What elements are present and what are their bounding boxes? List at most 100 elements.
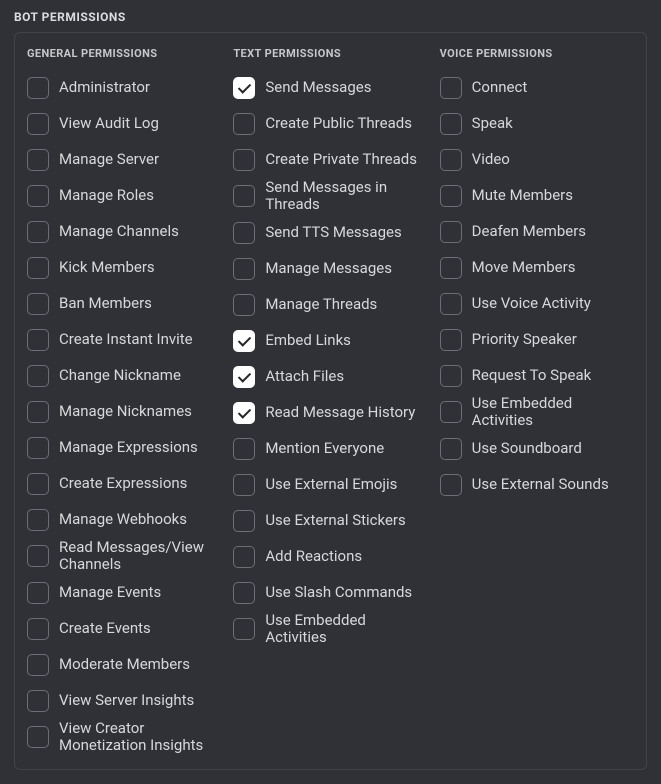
- checkbox-manage-threads[interactable]: [233, 294, 255, 316]
- permission-label-view-audit-log[interactable]: View Audit Log: [59, 115, 159, 132]
- permission-label-use-soundboard[interactable]: Use Soundboard: [472, 440, 582, 457]
- checkbox-embed-links[interactable]: [233, 330, 255, 352]
- checkbox-manage-channels[interactable]: [27, 221, 49, 243]
- checkbox-use-embedded-activities-voice[interactable]: [440, 401, 462, 423]
- permission-manage-messages[interactable]: Manage Messages: [233, 251, 427, 287]
- checkbox-send-tts-messages[interactable]: [233, 222, 255, 244]
- permission-send-tts-messages[interactable]: Send TTS Messages: [233, 215, 427, 251]
- checkbox-change-nickname[interactable]: [27, 365, 49, 387]
- permission-label-view-server-insights[interactable]: View Server Insights: [59, 692, 194, 709]
- checkbox-administrator[interactable]: [27, 77, 49, 99]
- permission-embed-links[interactable]: Embed Links: [233, 323, 427, 359]
- permission-label-send-messages-in-threads[interactable]: Send Messages in Threads: [265, 179, 427, 214]
- permission-view-audit-log[interactable]: View Audit Log: [27, 106, 221, 142]
- checkbox-use-slash-commands[interactable]: [233, 582, 255, 604]
- permission-use-voice-activity[interactable]: Use Voice Activity: [440, 286, 634, 322]
- checkbox-add-reactions[interactable]: [233, 546, 255, 568]
- checkbox-manage-nicknames[interactable]: [27, 401, 49, 423]
- checkbox-speak[interactable]: [440, 113, 462, 135]
- permission-administrator[interactable]: Administrator: [27, 70, 221, 106]
- permission-label-priority-speaker[interactable]: Priority Speaker: [472, 331, 577, 348]
- checkbox-video[interactable]: [440, 149, 462, 171]
- permission-label-speak[interactable]: Speak: [472, 115, 513, 132]
- permission-label-read-message-history[interactable]: Read Message History: [265, 404, 415, 421]
- permission-label-manage-channels[interactable]: Manage Channels: [59, 223, 179, 240]
- permission-label-request-to-speak[interactable]: Request To Speak: [472, 367, 592, 384]
- permission-label-embed-links[interactable]: Embed Links: [265, 332, 351, 349]
- permission-send-messages-in-threads[interactable]: Send Messages in Threads: [233, 178, 427, 215]
- permission-priority-speaker[interactable]: Priority Speaker: [440, 322, 634, 358]
- permission-label-deafen-members[interactable]: Deafen Members: [472, 223, 586, 240]
- permission-label-use-embedded-activities-text[interactable]: Use Embedded Activities: [265, 612, 427, 647]
- permission-view-server-insights[interactable]: View Server Insights: [27, 683, 221, 719]
- permission-label-create-private-threads[interactable]: Create Private Threads: [265, 151, 417, 168]
- permission-manage-events[interactable]: Manage Events: [27, 575, 221, 611]
- permission-label-mute-members[interactable]: Mute Members: [472, 187, 573, 204]
- permission-ban-members[interactable]: Ban Members: [27, 286, 221, 322]
- permission-connect[interactable]: Connect: [440, 70, 634, 106]
- permission-use-embedded-activities-text[interactable]: Use Embedded Activities: [233, 611, 427, 648]
- permission-manage-server[interactable]: Manage Server: [27, 142, 221, 178]
- checkbox-manage-server[interactable]: [27, 149, 49, 171]
- permission-speak[interactable]: Speak: [440, 106, 634, 142]
- permission-label-manage-events[interactable]: Manage Events: [59, 584, 161, 601]
- permission-manage-channels[interactable]: Manage Channels: [27, 214, 221, 250]
- permission-label-manage-nicknames[interactable]: Manage Nicknames: [59, 403, 192, 420]
- permission-add-reactions[interactable]: Add Reactions: [233, 539, 427, 575]
- permission-label-add-reactions[interactable]: Add Reactions: [265, 548, 362, 565]
- permission-label-read-messages-view-channels[interactable]: Read Messages/View Channels: [59, 539, 221, 574]
- permission-create-private-threads[interactable]: Create Private Threads: [233, 142, 427, 178]
- checkbox-mention-everyone[interactable]: [233, 438, 255, 460]
- permission-label-video[interactable]: Video: [472, 151, 510, 168]
- checkbox-read-message-history[interactable]: [233, 402, 255, 424]
- permission-label-administrator[interactable]: Administrator: [59, 79, 150, 96]
- permission-read-message-history[interactable]: Read Message History: [233, 395, 427, 431]
- checkbox-use-embedded-activities-text[interactable]: [233, 618, 255, 640]
- checkbox-view-server-insights[interactable]: [27, 690, 49, 712]
- checkbox-create-events[interactable]: [27, 618, 49, 640]
- checkbox-view-creator-monetization-insights[interactable]: [27, 726, 49, 748]
- permission-view-creator-monetization-insights[interactable]: View Creator Monetization Insights: [27, 719, 221, 756]
- permission-label-manage-webhooks[interactable]: Manage Webhooks: [59, 511, 187, 528]
- permission-label-send-messages[interactable]: Send Messages: [265, 79, 371, 96]
- permission-create-instant-invite[interactable]: Create Instant Invite: [27, 322, 221, 358]
- permission-manage-roles[interactable]: Manage Roles: [27, 178, 221, 214]
- permission-label-use-external-sounds[interactable]: Use External Sounds: [472, 476, 609, 493]
- permission-label-manage-roles[interactable]: Manage Roles: [59, 187, 154, 204]
- permission-label-connect[interactable]: Connect: [472, 79, 528, 96]
- permission-label-manage-server[interactable]: Manage Server: [59, 151, 159, 168]
- permission-label-change-nickname[interactable]: Change Nickname: [59, 367, 181, 384]
- checkbox-manage-webhooks[interactable]: [27, 509, 49, 531]
- permission-use-soundboard[interactable]: Use Soundboard: [440, 431, 634, 467]
- checkbox-create-expressions[interactable]: [27, 473, 49, 495]
- permission-send-messages[interactable]: Send Messages: [233, 70, 427, 106]
- permission-kick-members[interactable]: Kick Members: [27, 250, 221, 286]
- permission-use-external-sounds[interactable]: Use External Sounds: [440, 467, 634, 503]
- checkbox-priority-speaker[interactable]: [440, 329, 462, 351]
- permission-label-send-tts-messages[interactable]: Send TTS Messages: [265, 224, 401, 241]
- checkbox-send-messages[interactable]: [233, 77, 255, 99]
- permission-label-move-members[interactable]: Move Members: [472, 259, 576, 276]
- permission-deafen-members[interactable]: Deafen Members: [440, 214, 634, 250]
- permission-label-create-public-threads[interactable]: Create Public Threads: [265, 115, 412, 132]
- checkbox-use-external-stickers[interactable]: [233, 510, 255, 532]
- permission-manage-webhooks[interactable]: Manage Webhooks: [27, 502, 221, 538]
- checkbox-connect[interactable]: [440, 77, 462, 99]
- checkbox-create-instant-invite[interactable]: [27, 329, 49, 351]
- checkbox-view-audit-log[interactable]: [27, 113, 49, 135]
- permission-move-members[interactable]: Move Members: [440, 250, 634, 286]
- checkbox-use-voice-activity[interactable]: [440, 293, 462, 315]
- checkbox-moderate-members[interactable]: [27, 654, 49, 676]
- permission-manage-expressions[interactable]: Manage Expressions: [27, 430, 221, 466]
- permission-label-manage-messages[interactable]: Manage Messages: [265, 260, 392, 277]
- checkbox-ban-members[interactable]: [27, 293, 49, 315]
- checkbox-mute-members[interactable]: [440, 185, 462, 207]
- permission-create-public-threads[interactable]: Create Public Threads: [233, 106, 427, 142]
- permission-label-ban-members[interactable]: Ban Members: [59, 295, 152, 312]
- permission-label-create-expressions[interactable]: Create Expressions: [59, 475, 187, 492]
- checkbox-move-members[interactable]: [440, 257, 462, 279]
- permission-label-attach-files[interactable]: Attach Files: [265, 368, 344, 385]
- permission-moderate-members[interactable]: Moderate Members: [27, 647, 221, 683]
- checkbox-send-messages-in-threads[interactable]: [233, 185, 255, 207]
- permission-label-use-external-emojis[interactable]: Use External Emojis: [265, 476, 397, 493]
